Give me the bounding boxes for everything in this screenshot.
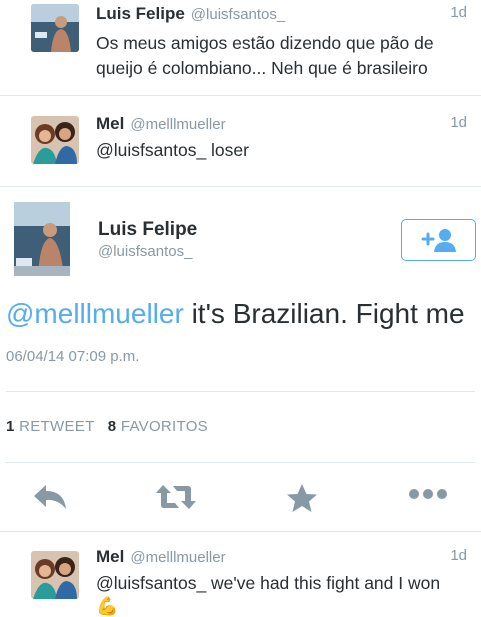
retweet-count: 1	[6, 418, 15, 435]
avatar-mel[interactable]	[31, 551, 79, 599]
tweet-text-body: it's Brazilian. Fight me	[183, 298, 465, 329]
favorite-icon	[287, 484, 317, 512]
tweet-timestamp: 06/04/14 07:09 p.m.	[6, 348, 140, 365]
flexed-biceps-emoji: 💪	[96, 596, 119, 616]
tweet-time: 1d	[450, 547, 467, 564]
action-bar	[0, 465, 481, 531]
divider	[6, 391, 475, 392]
tweet-text: @luisfsantos_ loser	[96, 140, 249, 160]
author-handle[interactable]: @melllmueller	[130, 115, 225, 135]
follow-button[interactable]	[401, 219, 476, 261]
author-handle[interactable]: @luisfsantos_	[98, 243, 192, 260]
retweet-icon	[156, 485, 196, 509]
avatar-image	[31, 116, 79, 164]
divider	[6, 462, 475, 463]
tweet-text: @luisfsantos_ we've had this fight and I…	[96, 573, 441, 593]
divider	[0, 95, 481, 96]
reply-button[interactable]	[32, 483, 68, 516]
avatar-image	[31, 4, 79, 52]
retweet-label: RETWEET	[19, 418, 95, 435]
favorite-button[interactable]	[286, 483, 318, 518]
favorite-label: FAVORITOS	[120, 418, 208, 435]
tweet-text: @melllmueller it's Brazilian. Fight me	[6, 297, 465, 331]
tweet-time: 1d	[450, 4, 467, 21]
author-name[interactable]: Mel	[96, 547, 124, 567]
divider	[0, 186, 481, 187]
retweet-button[interactable]	[155, 483, 197, 516]
more-button[interactable]	[408, 487, 448, 506]
retweet-stat[interactable]: 1 RETWEET	[6, 418, 94, 435]
reply-icon	[34, 485, 66, 509]
tweet-stats: 1 RETWEET 8 FAVORITOS	[6, 418, 208, 435]
author-handle[interactable]: @melllmueller	[130, 548, 225, 568]
avatar-image	[31, 551, 79, 599]
avatar-luis-large[interactable]	[14, 202, 70, 276]
author-name[interactable]: Luis Felipe	[96, 4, 185, 24]
avatar-luis[interactable]	[31, 4, 79, 52]
avatar-mel[interactable]	[31, 116, 79, 164]
author-handle[interactable]: @luisfsantos_	[191, 5, 285, 25]
avatar-image	[14, 202, 70, 276]
add-user-icon	[421, 229, 456, 252]
author-name[interactable]: Mel	[96, 114, 124, 134]
tweet-text: Os meus amigos estão dizendo que pão de …	[96, 33, 434, 78]
more-icon	[409, 489, 447, 499]
favorite-count: 8	[107, 418, 117, 435]
mention-link[interactable]: @melllmueller	[6, 298, 184, 329]
author-name[interactable]: Luis Felipe	[98, 219, 197, 241]
divider	[0, 531, 481, 532]
tweet-time: 1d	[450, 114, 467, 131]
favorite-stat[interactable]: 8 FAVORITOS	[108, 418, 208, 435]
